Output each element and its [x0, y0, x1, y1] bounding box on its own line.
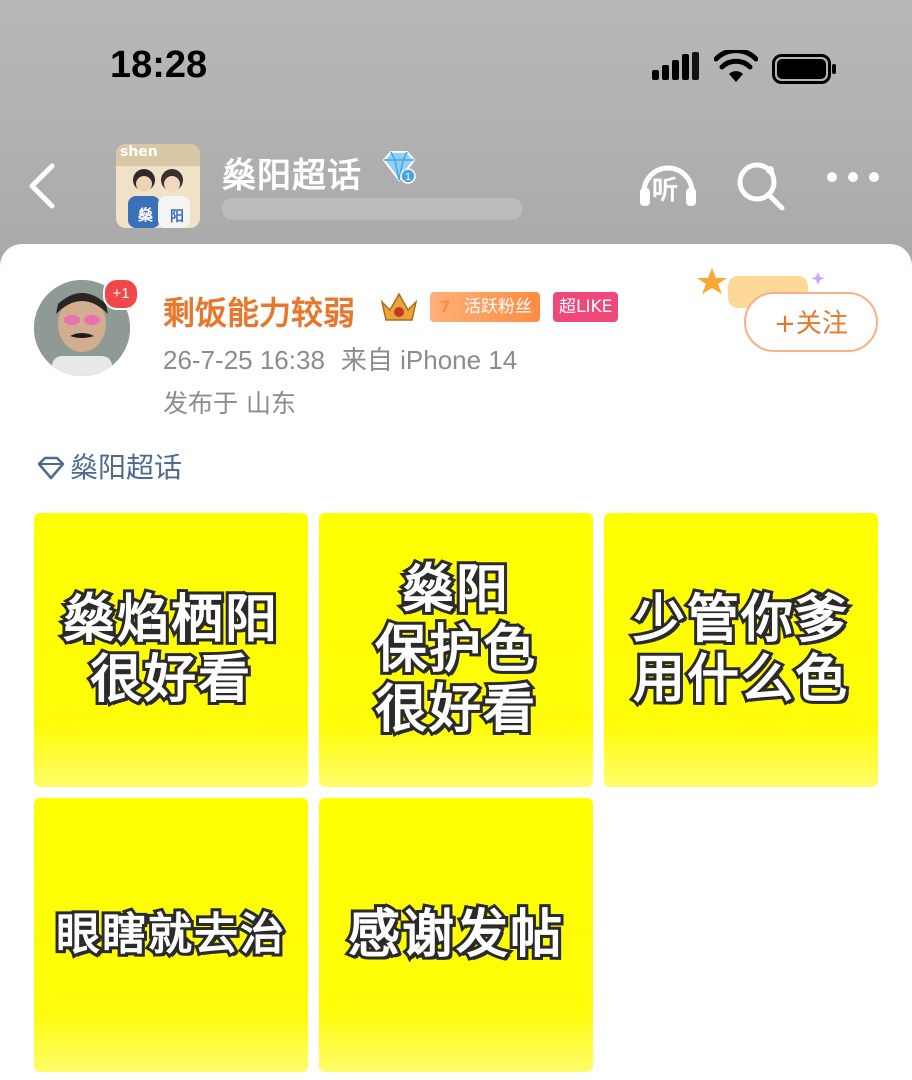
image-text-line: 燊焰栖阳	[60, 587, 280, 653]
post-meta: 26-7-25 16:38 来自 iPhone 14	[163, 340, 517, 377]
image-text-line: 眼瞎就去治	[53, 906, 287, 963]
topic-link[interactable]: 燊阳超话	[36, 446, 182, 486]
new-post-badge: +1	[103, 278, 139, 310]
post-image[interactable]: 眼瞎就去治	[34, 798, 308, 1072]
back-icon[interactable]	[22, 160, 66, 212]
listen-button[interactable]: 听	[636, 158, 700, 210]
image-text-line: 保护色	[372, 617, 538, 683]
image-text-line: 很好看	[372, 677, 538, 743]
follow-button[interactable]: +关注	[744, 292, 878, 352]
crown-icon	[380, 292, 418, 321]
cover-text: 阳	[170, 209, 184, 225]
topic-link-label: 燊阳超话	[70, 451, 183, 484]
post-location: 发布于 山东	[163, 389, 296, 418]
post-image[interactable]: 燊焰栖阳 很好看	[34, 513, 308, 787]
signal-icon	[652, 52, 699, 80]
svg-text:1: 1	[405, 172, 411, 183]
wifi-icon	[714, 50, 758, 82]
status-time: 18:28	[110, 44, 208, 86]
post-date: 26-7-25 16:38	[163, 345, 325, 375]
image-text-line: 用什么色	[630, 647, 850, 713]
image-text-line: 少管你爹	[630, 587, 850, 653]
topic-cover-image[interactable]: shen 燊 阳	[116, 144, 200, 228]
image-text-line: 很好看	[87, 647, 253, 713]
topic-diamond-icon	[37, 456, 65, 480]
topic-subtitle-blurred	[222, 198, 522, 220]
battery-icon	[772, 54, 836, 84]
search-icon[interactable]	[734, 158, 786, 212]
image-text-line: 燊阳	[399, 557, 511, 623]
diamond-level-icon: 1	[382, 151, 416, 184]
cover-text: 燊	[138, 206, 154, 224]
image-text-line: 感谢发帖	[345, 902, 565, 968]
post-image[interactable]: 感谢发帖	[319, 798, 593, 1072]
topic-title[interactable]: 燊阳超话	[222, 148, 362, 197]
cover-text: shen	[120, 144, 158, 160]
post-source: 来自 iPhone 14	[340, 345, 518, 375]
post-image[interactable]: 燊阳 保护色 很好看	[319, 513, 593, 787]
post-image[interactable]: 少管你爹 用什么色	[604, 513, 878, 787]
fan-level: 7	[439, 297, 451, 316]
status-bar: 18:28	[0, 0, 912, 130]
listen-label: 听	[652, 176, 679, 206]
super-like-badge: 超LIKE	[553, 292, 619, 322]
author-name[interactable]: 剩饭能力较弱	[163, 288, 355, 334]
more-icon[interactable]	[826, 170, 880, 184]
